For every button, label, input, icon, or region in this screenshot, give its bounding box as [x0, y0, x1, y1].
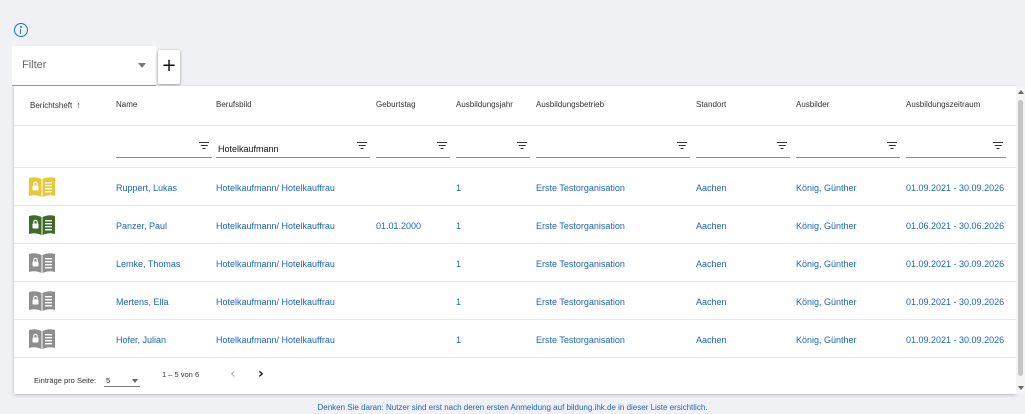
cell-ausbilder[interactable]: König, Günther	[796, 259, 857, 269]
column-filter-row: Hotelkaufmann	[14, 126, 1016, 168]
cell-ausbildungsjahr[interactable]: 1	[456, 259, 461, 269]
book-lock-icon[interactable]	[28, 176, 56, 201]
cell-standort[interactable]: Aachen	[696, 297, 727, 307]
table-row[interactable]: Mertens, Ella Hotelkaufmann/ Hotelkauffra…	[14, 282, 1016, 320]
cell-ausbildungsjahr[interactable]: 1	[456, 183, 461, 193]
scroll-up-icon[interactable]	[1018, 90, 1024, 94]
per-page-select[interactable]: 5	[104, 371, 140, 387]
sort-up-icon: ↑	[76, 100, 81, 110]
cell-berufsbild[interactable]: Hotelkaufmann/ Hotelkauffrau	[216, 335, 335, 345]
cell-ausbildungszeitraum[interactable]: 01.09.2021 - 30.09.2026	[906, 259, 1004, 269]
book-lock-icon[interactable]	[28, 290, 56, 315]
filter-icon[interactable]	[199, 142, 209, 150]
cell-berufsbild[interactable]: Hotelkaufmann/ Hotelkauffrau	[216, 297, 335, 307]
header-ausbildungsjahr[interactable]: Ausbildungsjahr	[456, 100, 513, 109]
cell-standort[interactable]: Aachen	[696, 183, 727, 193]
chevron-right-icon[interactable]: ›	[258, 366, 264, 382]
header-geburtstag[interactable]: Geburtstag	[376, 100, 416, 109]
header-ausbildungszeitraum[interactable]: Ausbildungszeitraum	[906, 100, 980, 109]
filter-berufsbild-input[interactable]: Hotelkaufmann	[216, 138, 370, 158]
cell-standort[interactable]: Aachen	[696, 335, 727, 345]
cell-berufsbild[interactable]: Hotelkaufmann/ Hotelkauffrau	[216, 221, 335, 231]
table-row[interactable]: Lemke, Thomas Hotelkaufmann/ Hotelkauffra…	[14, 244, 1016, 282]
cell-ausbildungsbetrieb[interactable]: Erste Testorganisation	[536, 297, 625, 307]
cell-berufsbild[interactable]: Hotelkaufmann/ Hotelkauffrau	[216, 259, 335, 269]
cell-name[interactable]: Lemke, Thomas	[116, 259, 180, 269]
cell-ausbildungsbetrieb[interactable]: Erste Testorganisation	[536, 221, 625, 231]
scroll-thumb[interactable]	[1018, 100, 1023, 376]
table-scrollbar[interactable]	[1016, 86, 1025, 394]
header-ausbilder[interactable]: Ausbilder	[796, 100, 829, 109]
chevron-left-icon[interactable]: ‹	[230, 366, 236, 382]
cell-ausbildungsjahr[interactable]: 1	[456, 297, 461, 307]
cell-name[interactable]: Mertens, Ella	[116, 297, 169, 307]
trainee-table: Berichtsheft ↑ Name Berufsbild Geburtstag…	[14, 86, 1016, 394]
filter-standort-input[interactable]	[696, 138, 790, 158]
cell-ausbildungszeitraum[interactable]: 01.09.2021 - 30.09.2026	[906, 297, 1004, 307]
per-page-value: 5	[106, 376, 111, 385]
book-lock-icon[interactable]	[28, 252, 56, 277]
filter-icon[interactable]	[357, 142, 367, 150]
table-row[interactable]: Panzer, Paul Hotelkaufmann/ Hotelkauffrau…	[14, 206, 1016, 244]
cell-geburtstag[interactable]: 01.01.2000	[376, 221, 421, 231]
filter-geburtstag-input[interactable]	[376, 138, 450, 158]
cell-standort[interactable]: Aachen	[696, 221, 727, 231]
filter-icon[interactable]	[517, 142, 527, 150]
cell-ausbilder[interactable]: König, Günther	[796, 221, 857, 231]
filter-ausbilder-input[interactable]	[796, 138, 900, 158]
scroll-down-icon[interactable]	[1018, 386, 1024, 390]
cell-ausbilder[interactable]: König, Günther	[796, 183, 857, 193]
header-berufsbild[interactable]: Berufsbild	[216, 100, 252, 109]
filter-select[interactable]: Filter	[12, 46, 156, 86]
cell-ausbildungsjahr[interactable]: 1	[456, 335, 461, 345]
book-lock-icon[interactable]	[28, 328, 56, 353]
table-row[interactable]: Hofer, Julian Hotelkaufmann/ Hotelkauffra…	[14, 320, 1016, 358]
footer-note: Denken Sie daran: Nutzer sind erst nach …	[317, 403, 708, 412]
cell-ausbildungsjahr[interactable]: 1	[456, 221, 461, 231]
filter-ausbildungszeitraum-input[interactable]	[906, 138, 1006, 158]
cell-ausbildungszeitraum[interactable]: 01.06.2021 - 30.06.2026	[906, 221, 1004, 231]
chevron-down-icon	[138, 63, 146, 68]
paginator: Einträge pro Seite: 5 1 – 5 von 6 ‹ ›	[14, 358, 1016, 394]
filter-name-input[interactable]	[116, 138, 212, 158]
add-filter-button[interactable]: +	[158, 50, 180, 84]
per-page-label: Einträge pro Seite:	[34, 376, 97, 385]
filter-ausbildungsbetrieb-input[interactable]	[536, 138, 690, 158]
header-name[interactable]: Name	[116, 100, 137, 109]
cell-ausbildungszeitraum[interactable]: 01.09.2021 - 30.09.2026	[906, 335, 1004, 345]
cell-ausbilder[interactable]: König, Günther	[796, 297, 857, 307]
filter-berufsbild-value: Hotelkaufmann	[218, 144, 279, 154]
info-icon[interactable]	[14, 23, 28, 37]
cell-standort[interactable]: Aachen	[696, 259, 727, 269]
filter-ausbildungsjahr-input[interactable]	[456, 138, 530, 158]
table-row[interactable]: Ruppert, Lukas Hotelkaufmann/ Hotelkauffr…	[14, 168, 1016, 206]
filter-select-label: Filter	[22, 59, 47, 71]
filter-icon[interactable]	[777, 142, 787, 150]
filter-icon[interactable]	[677, 142, 687, 150]
filter-icon[interactable]	[437, 142, 447, 150]
filter-icon[interactable]	[993, 142, 1003, 150]
cell-ausbildungsbetrieb[interactable]: Erste Testorganisation	[536, 259, 625, 269]
table-header-row: Berichtsheft ↑ Name Berufsbild Geburtstag…	[14, 86, 1016, 126]
header-standort[interactable]: Standort	[696, 100, 726, 109]
filter-icon[interactable]	[887, 142, 897, 150]
cell-ausbildungsbetrieb[interactable]: Erste Testorganisation	[536, 335, 625, 345]
cell-ausbildungsbetrieb[interactable]: Erste Testorganisation	[536, 183, 625, 193]
cell-ausbilder[interactable]: König, Günther	[796, 335, 857, 345]
cell-berufsbild[interactable]: Hotelkaufmann/ Hotelkauffrau	[216, 183, 335, 193]
page-range-label: 1 – 5 von 6	[162, 370, 200, 379]
header-berichtsheft-label: Berichtsheft	[30, 101, 73, 110]
chevron-down-icon	[132, 379, 138, 383]
cell-name[interactable]: Ruppert, Lukas	[116, 183, 177, 193]
cell-ausbildungszeitraum[interactable]: 01.09.2021 - 30.09.2026	[906, 183, 1004, 193]
book-lock-icon[interactable]	[28, 214, 56, 239]
cell-name[interactable]: Hofer, Julian	[116, 335, 166, 345]
header-berichtsheft[interactable]: Berichtsheft ↑	[30, 100, 81, 110]
cell-name[interactable]: Panzer, Paul	[116, 221, 167, 231]
header-ausbildungsbetrieb[interactable]: Ausbildungsbetrieb	[536, 100, 604, 109]
